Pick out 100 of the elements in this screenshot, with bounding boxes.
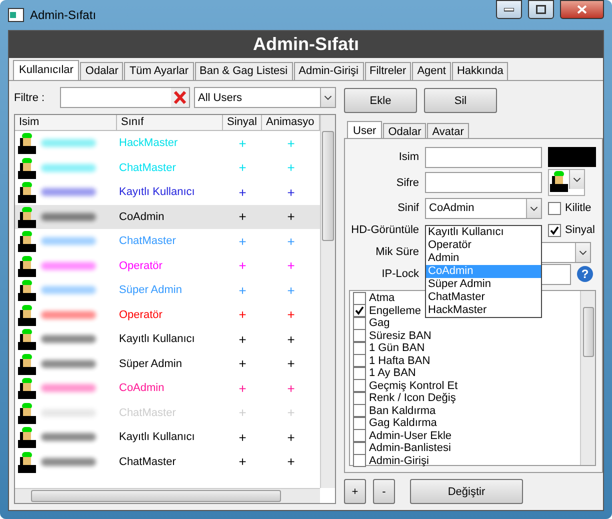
table-cell-text: + (238, 258, 248, 274)
action-button[interactable]: + (344, 479, 366, 504)
user-filter-dropdown[interactable]: All Users (194, 87, 336, 108)
column-header[interactable]: Sinyal (223, 115, 262, 131)
checkbox[interactable] (548, 224, 561, 236)
dropdown-option[interactable]: HackMaster (426, 304, 541, 317)
app-icon (8, 8, 24, 22)
avatar-icon (17, 426, 37, 448)
filter-label: Filtre : (14, 92, 46, 104)
user-row[interactable]: Süper Admin + + (15, 352, 320, 376)
user-row[interactable]: Kayıtlı Kullanıcı + + (15, 425, 320, 450)
checkbox[interactable] (353, 442, 366, 455)
user-row[interactable]: ChatMaster + + (15, 450, 320, 474)
dropdown-option[interactable]: Operatör (426, 239, 541, 252)
class-dropdown[interactable]: CoAdmin (425, 198, 542, 218)
checkbox[interactable] (353, 379, 366, 392)
tab[interactable]: Odalar (80, 62, 124, 80)
dropdown-caret-icon[interactable] (575, 242, 590, 262)
checkbox[interactable] (353, 404, 366, 418)
dropdown-option[interactable]: Kayıtlı Kullanıcı (426, 226, 541, 239)
avatar-icon (17, 132, 37, 154)
table-cell-text: + (238, 332, 248, 347)
table-cell-text: + (286, 332, 296, 347)
horizontal-scrollbar[interactable] (15, 488, 320, 503)
checkbox-label: Kilitle (565, 202, 592, 214)
avatar-icon (17, 304, 37, 326)
table-cell-text: CoAdmin (118, 382, 166, 394)
tab[interactable]: Tüm Ayarlar (124, 62, 194, 80)
action-button[interactable]: Ekle (344, 88, 417, 113)
permission-label: Ban Kaldırma (369, 404, 436, 417)
dropdown-option[interactable]: ChatMaster (426, 291, 541, 304)
checkbox[interactable] (548, 202, 561, 214)
action-button[interactable]: Sil (424, 88, 497, 113)
close-button[interactable] (560, 0, 604, 19)
clear-icon[interactable] (171, 88, 189, 107)
password-input[interactable] (425, 172, 542, 193)
user-row[interactable]: CoAdmin + + (15, 376, 320, 400)
color-swatch[interactable] (548, 147, 596, 167)
user-row[interactable]: CoAdmin + + (15, 204, 320, 229)
column-header[interactable]: Sınıf (117, 115, 223, 131)
table-cell-text: + (238, 234, 248, 249)
table-cell-text: + (286, 430, 296, 445)
checkbox[interactable] (353, 392, 366, 405)
checkbox[interactable] (353, 329, 366, 342)
permission-label: Geçmiş Kontrol Et (369, 380, 458, 392)
table-cell-text: + (286, 160, 296, 176)
table-cell-text: Operatör (118, 260, 164, 272)
checkbox[interactable] (353, 304, 366, 318)
action-button[interactable]: - (373, 479, 395, 504)
permission-label: Gag Kaldırma (369, 417, 437, 430)
table-cell-text: Süper Admin (118, 284, 183, 296)
vertical-scrollbar[interactable] (320, 115, 335, 488)
dropdown-caret-icon[interactable] (320, 88, 335, 107)
table-cell-text: + (238, 209, 248, 224)
name-input[interactable] (425, 146, 542, 168)
table-cell-text: + (238, 430, 248, 445)
checkbox[interactable] (353, 316, 366, 330)
avatar-icon (17, 254, 37, 277)
tab[interactable]: Ban & Gag Listesi (194, 62, 293, 80)
checkbox[interactable] (353, 354, 366, 368)
dropdown-caret-icon[interactable] (526, 198, 541, 218)
tab[interactable]: Hakkında (452, 62, 508, 80)
table-cell-text: HackMaster (118, 137, 179, 150)
action-button[interactable]: Değiştir (410, 479, 523, 504)
tab[interactable]: Kullanıcılar (13, 60, 80, 80)
user-row[interactable]: Operatör + + (15, 302, 320, 327)
maximize-button[interactable] (528, 0, 554, 19)
vertical-scrollbar[interactable] (580, 291, 595, 465)
avatar-dropdown[interactable] (548, 169, 585, 196)
tab[interactable]: Filtreler (364, 62, 412, 80)
checkbox[interactable] (353, 429, 366, 442)
checkbox[interactable] (353, 342, 366, 355)
avatar-icon (17, 377, 37, 400)
tab[interactable]: Agent (412, 62, 451, 80)
user-row[interactable]: Kayıtlı Kullanıcı + + (15, 180, 320, 204)
table-cell-text: + (286, 307, 296, 322)
minimize-button[interactable] (496, 0, 522, 19)
table-cell-text: + (238, 136, 248, 151)
checkbox-label: Sinyal (565, 224, 595, 236)
tab[interactable]: Admin-Girişi (294, 62, 364, 80)
table-cell-text: + (286, 380, 296, 396)
checkbox[interactable] (353, 454, 366, 468)
table-cell-text: CoAdmin (118, 210, 166, 223)
dropdown-option[interactable]: Süper Admin (426, 278, 541, 291)
dropdown-option[interactable]: Admin (426, 252, 541, 265)
table-cell-text: Operatör (118, 308, 164, 321)
avatar-icon (17, 230, 37, 252)
blurred-name (41, 458, 96, 466)
checkbox[interactable] (353, 416, 366, 430)
column-header[interactable]: Isim (15, 115, 117, 131)
filter-input[interactable] (60, 87, 190, 108)
checkbox[interactable] (353, 366, 366, 380)
field-label: IP-Lock (380, 268, 419, 280)
blurred-name (41, 188, 96, 196)
table-cell-text: + (238, 184, 248, 200)
table-cell-text: Kayıtlı Kullanıcı (118, 186, 196, 198)
checkbox[interactable] (353, 292, 366, 305)
help-button[interactable]: ? (577, 266, 593, 282)
dropdown-caret-icon[interactable] (569, 170, 584, 189)
user-row[interactable]: Kayıtlı Kullanıcı + + (15, 327, 320, 352)
